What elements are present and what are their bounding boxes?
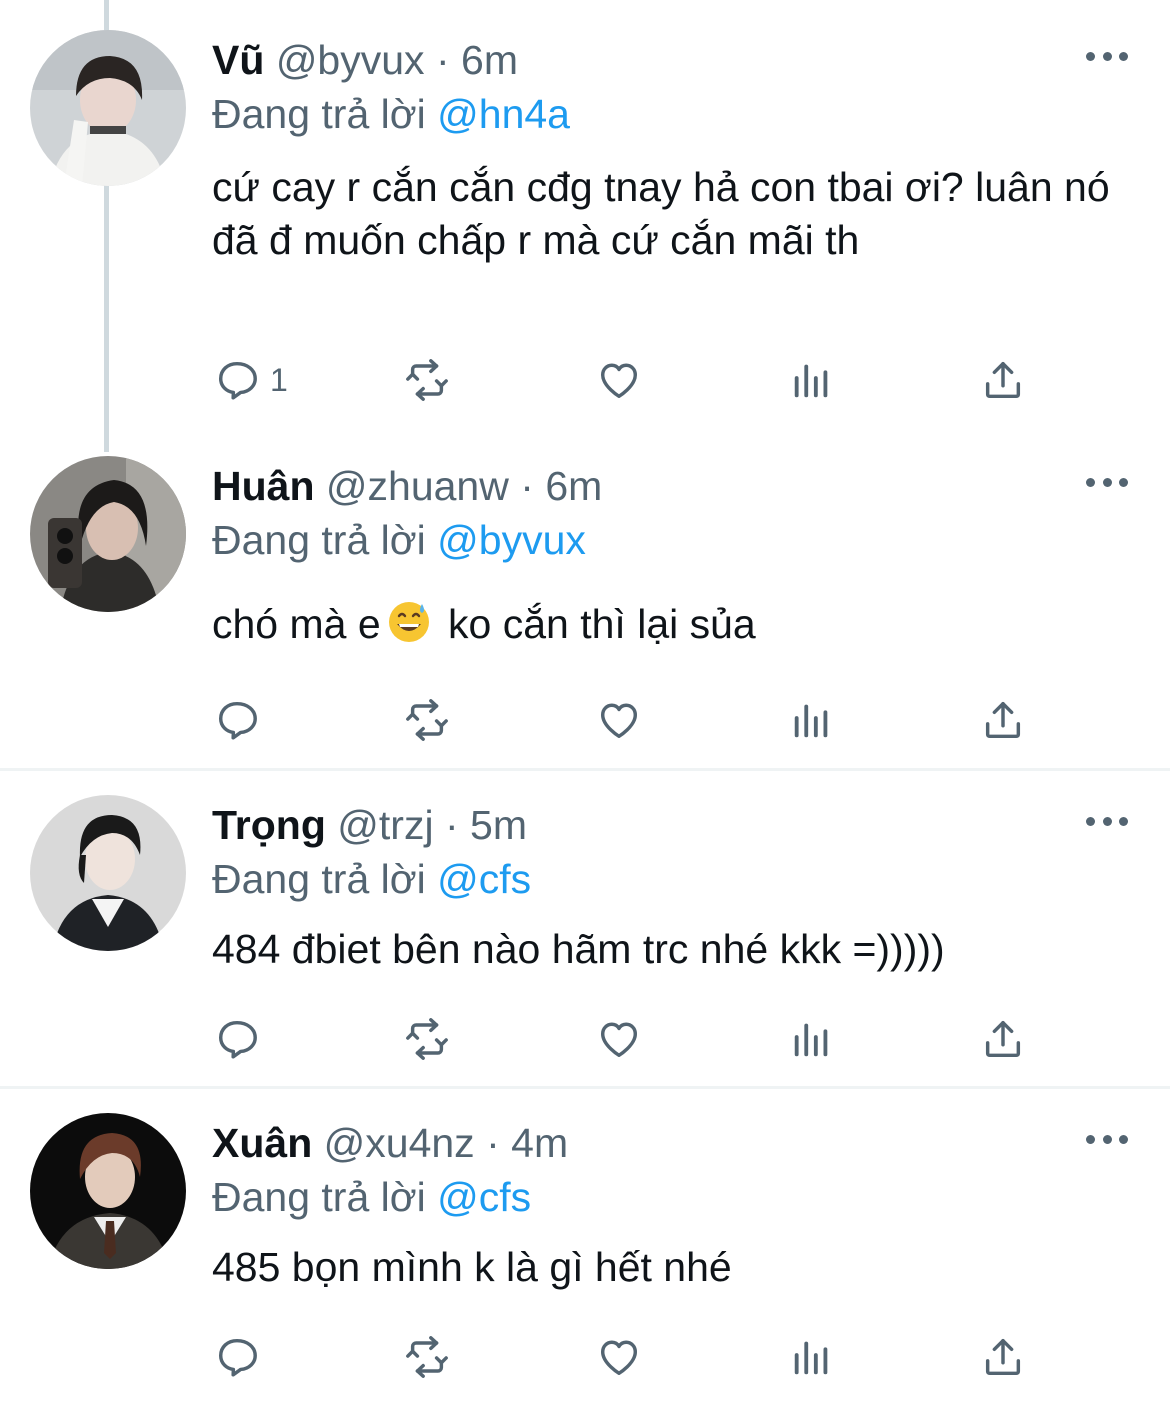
tweet[interactable]: Trọng @trzj · 5m Đang trả lời @cfs 484 đ… — [0, 771, 1170, 1086]
timestamp[interactable]: 5m — [470, 802, 527, 848]
views-button[interactable] — [789, 695, 835, 745]
separator-dot: · — [444, 802, 459, 848]
replying-to-label: Đang trả lời — [212, 91, 426, 137]
display-name[interactable]: Trọng — [212, 802, 326, 848]
retweet-button[interactable] — [404, 355, 450, 405]
retweet-button[interactable] — [404, 695, 450, 745]
reply-button[interactable] — [214, 1014, 260, 1064]
avatar[interactable] — [30, 795, 186, 951]
reply-button[interactable] — [214, 1332, 260, 1382]
tweet-text: 484 đbiet bên nào hãm trc nhé kkk =))))) — [212, 926, 945, 972]
heart-icon — [600, 1022, 638, 1058]
replying-to-mention[interactable]: @byvux — [437, 517, 586, 563]
reply-icon — [218, 1020, 257, 1059]
like-button[interactable] — [596, 355, 642, 405]
username-handle[interactable]: @zhuanw — [326, 463, 509, 509]
timestamp[interactable]: 4m — [511, 1120, 568, 1166]
retweet-icon — [406, 1336, 448, 1378]
share-icon — [985, 1020, 1021, 1058]
views-chart-icon — [794, 364, 828, 398]
like-button[interactable] — [596, 1332, 642, 1382]
tweet-header: Vũ @byvux · 6m — [212, 36, 518, 84]
views-button[interactable] — [789, 1332, 835, 1382]
views-chart-icon — [794, 1023, 828, 1057]
tweet-header: Huân @zhuanw · 6m — [212, 462, 602, 510]
more-dots-icon[interactable] — [1086, 811, 1128, 831]
retweet-button[interactable] — [404, 1014, 450, 1064]
retweet-icon — [406, 1018, 448, 1060]
share-icon — [985, 361, 1021, 399]
display-name[interactable]: Xuân — [212, 1120, 312, 1166]
tweet[interactable]: Vũ @byvux · 6m Đang trả lời @hn4a cứ cay… — [0, 0, 1170, 452]
share-icon — [985, 701, 1021, 739]
username-handle[interactable]: @xu4nz — [324, 1120, 475, 1166]
heart-icon — [600, 703, 638, 739]
share-icon — [985, 1338, 1021, 1376]
username-handle[interactable]: @trzj — [337, 802, 433, 848]
display-name[interactable]: Huân — [212, 463, 315, 509]
more-dots-icon[interactable] — [1086, 1129, 1128, 1149]
more-dots-icon[interactable] — [1086, 472, 1128, 492]
more-dots-icon[interactable] — [1086, 46, 1128, 66]
views-button[interactable] — [789, 1014, 835, 1064]
tweet[interactable]: Huân @zhuanw · 6m Đang trả lời @byvux ch… — [0, 452, 1170, 768]
replying-to-line: Đang trả lời @byvux — [212, 516, 586, 564]
separator-dot: · — [486, 1120, 500, 1166]
replying-to-label: Đang trả lời — [212, 856, 426, 902]
separator-dot: · — [520, 463, 534, 509]
username-handle[interactable]: @byvux — [276, 37, 425, 83]
timestamp[interactable]: 6m — [545, 463, 602, 509]
share-button[interactable] — [980, 1014, 1026, 1064]
tweet-text-part: chó mà e — [212, 601, 381, 647]
like-button[interactable] — [596, 1014, 642, 1064]
retweet-button[interactable] — [404, 1332, 450, 1382]
tweet-header: Trọng @trzj · 5m — [212, 801, 527, 849]
retweet-icon — [406, 699, 448, 741]
replying-to-label: Đang trả lời — [212, 1174, 426, 1220]
grinning-sweat-emoji-icon — [388, 602, 429, 642]
reply-count: 1 — [270, 361, 288, 398]
views-chart-icon — [794, 1341, 828, 1375]
share-button[interactable] — [980, 355, 1026, 405]
tweet-text-part: ko cắn thì lại sủa — [436, 601, 756, 647]
views-chart-icon — [794, 704, 828, 738]
avatar[interactable] — [30, 1113, 186, 1269]
replying-to-line: Đang trả lời @cfs — [212, 855, 531, 903]
views-button[interactable] — [789, 355, 835, 405]
tweet[interactable]: Xuân @xu4nz · 4m Đang trả lời @cfs 485 b… — [0, 1089, 1170, 1405]
like-button[interactable] — [596, 695, 642, 745]
display-name[interactable]: Vũ — [212, 37, 264, 83]
tweet-text: chó mà e ko cắn thì lại sủa — [212, 598, 1132, 651]
heart-icon — [600, 363, 638, 399]
separator-dot: · — [435, 37, 450, 83]
replying-to-label: Đang trả lời — [212, 517, 426, 563]
replying-to-line: Đang trả lời @cfs — [212, 1173, 531, 1221]
retweet-icon — [406, 359, 448, 401]
reply-button[interactable] — [214, 695, 260, 745]
heart-icon — [600, 1340, 638, 1376]
replying-to-mention[interactable]: @hn4a — [437, 91, 570, 137]
reply-button[interactable]: 1 — [214, 355, 288, 405]
replying-to-mention[interactable]: @cfs — [437, 856, 531, 902]
avatar[interactable] — [30, 30, 186, 186]
tweet-text: 485 bọn mình k là gì hết nhé — [212, 1244, 732, 1290]
tweet-header: Xuân @xu4nz · 4m — [212, 1119, 568, 1167]
replying-to-mention[interactable]: @cfs — [437, 1174, 531, 1220]
reply-icon — [218, 1338, 257, 1377]
avatar[interactable] — [30, 456, 186, 612]
timestamp[interactable]: 6m — [461, 37, 518, 83]
share-button[interactable] — [980, 1332, 1026, 1382]
replying-to-line: Đang trả lời @hn4a — [212, 90, 570, 138]
share-button[interactable] — [980, 695, 1026, 745]
tweet-text: cứ cay r cắn cắn cđg tnay hả con tbai ơi… — [212, 164, 1110, 263]
reply-icon — [218, 701, 257, 740]
reply-icon — [218, 361, 257, 400]
